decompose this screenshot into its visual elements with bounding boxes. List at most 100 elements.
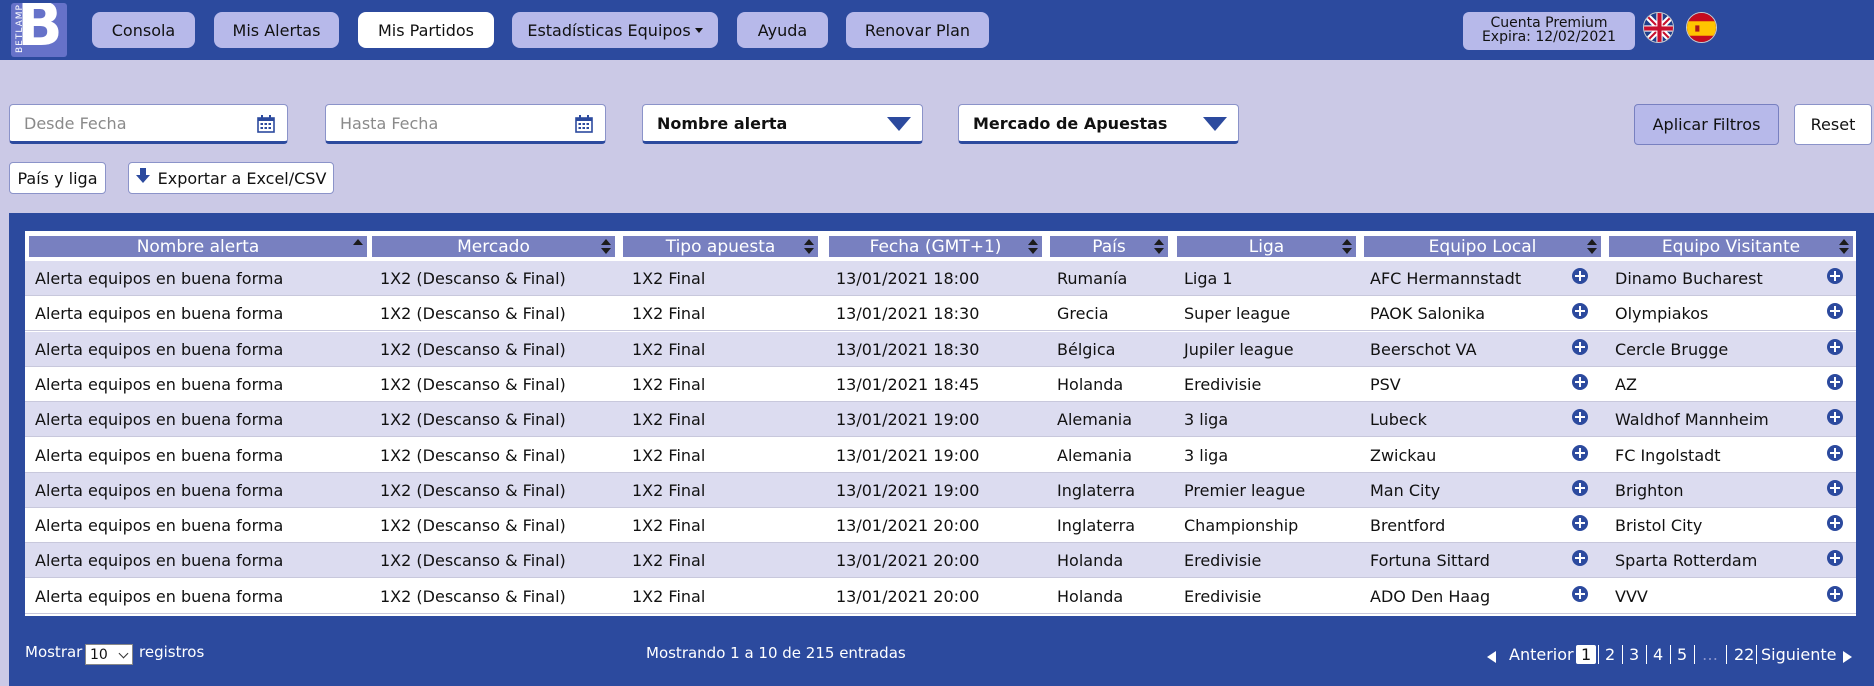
sort-icon xyxy=(1587,239,1597,254)
top-navbar: B BETLAMP Consola Mis Alertas Mis Partid… xyxy=(0,0,1874,60)
export-excel-button[interactable]: Exportar a Excel/CSV xyxy=(128,162,334,194)
betlamp-logo[interactable]: B BETLAMP xyxy=(11,3,67,57)
cell-liga: 3 liga xyxy=(1184,410,1229,430)
plus-circle-icon[interactable] xyxy=(1572,585,1588,602)
hasta-fecha-placeholder: Hasta Fecha xyxy=(340,113,439,133)
apply-filters-button[interactable]: Aplicar Filtros xyxy=(1634,104,1779,145)
account-expiry: Expira: 12/02/2021 xyxy=(1481,29,1617,45)
reset-button[interactable]: Reset xyxy=(1794,104,1872,145)
table-row[interactable]: Alerta equipos en buena forma 1X2 (Descan… xyxy=(25,508,1856,544)
nav-renovar-plan[interactable]: Renovar Plan xyxy=(846,12,989,48)
cell-equipo-visitante: Waldhof Mannheim xyxy=(1615,410,1769,430)
pagination-page-3[interactable]: 3 xyxy=(1629,645,1639,664)
plus-circle-icon[interactable] xyxy=(1572,550,1588,567)
cell-nombre-alerta: Alerta equipos en buena forma xyxy=(35,551,284,571)
matches-table: Nombre alerta Mercado Tipo apuesta Fecha… xyxy=(25,231,1856,616)
plus-circle-icon[interactable] xyxy=(1827,268,1843,284)
cell-fecha: 13/01/2021 19:00 xyxy=(836,410,980,430)
calendar-icon[interactable] xyxy=(257,115,275,137)
table-row[interactable]: Alerta equipos en buena forma 1X2 (Descan… xyxy=(25,331,1856,367)
table-row[interactable]: Alerta equipos en buena forma 1X2 (Descan… xyxy=(25,402,1856,438)
table-row[interactable]: Alerta equipos en buena forma 1X2 (Descan… xyxy=(25,261,1856,296)
nav-consola[interactable]: Consola xyxy=(92,12,195,48)
cell-equipo-local: PAOK Salonika xyxy=(1370,304,1486,324)
plus-circle-icon[interactable] xyxy=(1572,515,1588,532)
cell-tipo-apuesta: 1X2 Final xyxy=(632,304,706,324)
cell-tipo-apuesta: 1X2 Final xyxy=(632,339,706,359)
plus-circle-icon[interactable] xyxy=(1572,268,1588,284)
plus-circle-icon[interactable] xyxy=(1572,303,1588,320)
cell-mercado: 1X2 (Descanso & Final) xyxy=(380,551,566,571)
page-length-select[interactable]: 10 xyxy=(85,644,133,665)
cell-nombre-alerta: Alerta equipos en buena forma xyxy=(35,410,284,430)
plus-circle-icon[interactable] xyxy=(1572,373,1588,390)
col-header-equipo-visitante[interactable]: Equipo Visitante xyxy=(1609,236,1853,257)
spain-flag-icon[interactable] xyxy=(1686,12,1717,43)
cell-nombre-alerta: Alerta equipos en buena forma xyxy=(35,445,284,465)
mercado-apuestas-select[interactable]: Mercado de Apuestas xyxy=(958,104,1239,144)
next-arrow-icon[interactable] xyxy=(1843,651,1852,663)
table-row[interactable]: Alerta equipos en buena forma 1X2 (Descan… xyxy=(25,437,1856,473)
cell-pais: Alemania xyxy=(1057,410,1133,430)
cell-equipo-local: Fortuna Sittard xyxy=(1370,551,1490,571)
cell-pais: Inglaterra xyxy=(1057,480,1136,500)
desde-fecha-placeholder: Desde Fecha xyxy=(24,113,127,133)
plus-circle-icon[interactable] xyxy=(1827,373,1843,390)
cell-liga: Jupiler league xyxy=(1184,339,1294,359)
cell-tipo-apuesta: 1X2 Final xyxy=(632,410,706,430)
plus-circle-icon[interactable] xyxy=(1827,338,1843,355)
pagination-page-2[interactable]: 2 xyxy=(1605,645,1615,664)
plus-circle-icon[interactable] xyxy=(1827,303,1843,320)
pagination-page-1[interactable]: 1 xyxy=(1576,645,1597,664)
plus-circle-icon[interactable] xyxy=(1572,444,1588,461)
country-league-button[interactable]: País y liga xyxy=(9,162,106,194)
table-row[interactable]: Alerta equipos en buena forma 1X2 (Descan… xyxy=(25,472,1856,508)
col-header-nombre-alerta[interactable]: Nombre alerta xyxy=(29,236,367,257)
nav-ayuda[interactable]: Ayuda xyxy=(737,12,828,48)
nombre-alerta-select[interactable]: Nombre alerta xyxy=(642,104,923,144)
sort-icon xyxy=(1154,239,1164,254)
pagination-next[interactable]: Siguiente xyxy=(1761,645,1836,664)
col-header-mercado[interactable]: Mercado xyxy=(372,236,615,257)
pagination-page-22[interactable]: 22 xyxy=(1734,645,1754,664)
col-header-equipo-local[interactable]: Equipo Local xyxy=(1364,236,1601,257)
pagination-page-5[interactable]: 5 xyxy=(1677,645,1687,664)
table-row[interactable]: Alerta equipos en buena forma 1X2 (Descan… xyxy=(25,578,1856,614)
col-header-liga[interactable]: Liga xyxy=(1177,236,1356,257)
col-header-tipo-apuesta[interactable]: Tipo apuesta xyxy=(623,236,818,257)
cell-nombre-alerta: Alerta equipos en buena forma xyxy=(35,339,284,359)
plus-circle-icon[interactable] xyxy=(1572,479,1588,496)
plus-circle-icon[interactable] xyxy=(1827,515,1843,532)
plus-circle-icon[interactable] xyxy=(1827,585,1843,602)
plus-circle-icon[interactable] xyxy=(1572,409,1588,426)
nav-mis-alertas[interactable]: Mis Alertas xyxy=(214,12,339,48)
pagination-separator xyxy=(1646,645,1647,664)
plus-circle-icon[interactable] xyxy=(1827,550,1843,567)
plus-circle-icon[interactable] xyxy=(1827,409,1843,426)
account-status-badge[interactable]: Cuenta Premium Expira: 12/02/2021 xyxy=(1463,12,1635,50)
pagination-prev[interactable]: Anterior xyxy=(1509,645,1574,664)
plus-circle-icon[interactable] xyxy=(1572,338,1588,355)
cell-equipo-local: Beerschot VA xyxy=(1370,339,1477,359)
col-header-fecha[interactable]: Fecha (GMT+1) xyxy=(829,236,1042,257)
desde-fecha-input[interactable]: Desde Fecha xyxy=(9,104,288,144)
nav-estadisticas-equipos[interactable]: Estadísticas Equipos xyxy=(512,12,718,48)
prev-arrow-icon[interactable] xyxy=(1487,651,1496,663)
col-header-pais[interactable]: País xyxy=(1050,236,1168,257)
plus-circle-icon[interactable] xyxy=(1827,479,1843,496)
uk-flag-icon[interactable] xyxy=(1643,12,1674,43)
table-row[interactable]: Alerta equipos en buena forma 1X2 (Descan… xyxy=(25,296,1856,332)
table-row[interactable]: Alerta equipos en buena forma 1X2 (Descan… xyxy=(25,366,1856,402)
account-plan: Cuenta Premium xyxy=(1490,15,1608,31)
nav-mis-partidos[interactable]: Mis Partidos xyxy=(358,12,494,48)
cell-fecha: 13/01/2021 20:00 xyxy=(836,586,980,606)
table-row[interactable]: Alerta equipos en buena forma 1X2 (Descan… xyxy=(25,543,1856,579)
cell-tipo-apuesta: 1X2 Final xyxy=(632,445,706,465)
pagination-page-4[interactable]: 4 xyxy=(1653,645,1663,664)
cell-pais: Holanda xyxy=(1057,551,1124,571)
plus-circle-icon[interactable] xyxy=(1827,444,1843,461)
cell-tipo-apuesta: 1X2 Final xyxy=(632,516,706,536)
hasta-fecha-input[interactable]: Hasta Fecha xyxy=(325,104,606,144)
calendar-icon[interactable] xyxy=(575,115,593,137)
sort-icon xyxy=(1342,239,1352,254)
